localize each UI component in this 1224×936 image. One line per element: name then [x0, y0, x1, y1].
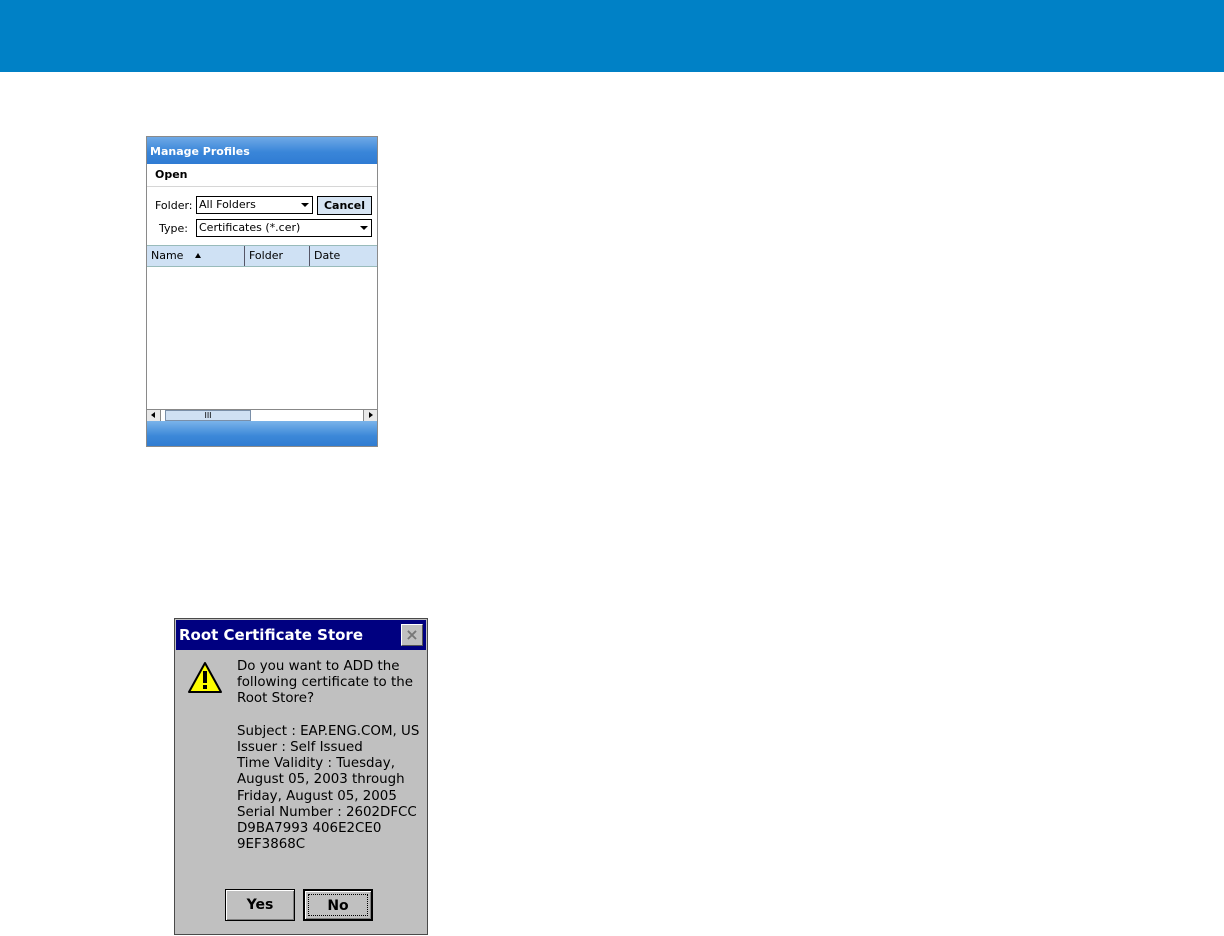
list-header: Name Folder Date [147, 245, 377, 267]
no-button[interactable]: No [303, 889, 373, 921]
folder-value: All Folders [199, 198, 256, 211]
softkey-bar [147, 421, 377, 446]
column-folder[interactable]: Folder [245, 246, 310, 266]
window-title: Manage Profiles [147, 137, 377, 164]
type-label: Type: [159, 222, 188, 235]
open-menu[interactable]: Open [147, 164, 377, 187]
scroll-left-button[interactable] [147, 410, 161, 421]
close-button[interactable]: × [401, 624, 423, 646]
scroll-right-button[interactable] [363, 410, 377, 421]
file-list[interactable] [147, 267, 377, 409]
horizontal-scrollbar[interactable]: III [147, 409, 377, 421]
type-value: Certificates (*.cer) [199, 221, 301, 234]
folder-label: Folder: [155, 199, 193, 212]
type-select[interactable]: Certificates (*.cer) [196, 219, 372, 237]
root-certificate-dialog: Root Certificate Store × Do you want to … [174, 618, 428, 935]
column-name[interactable]: Name [147, 246, 245, 266]
warning-icon [187, 661, 223, 699]
scroll-thumb[interactable]: III [165, 410, 251, 421]
scroll-left-icon [151, 412, 155, 418]
manage-profiles-window: Manage Profiles Open Folder: All Folders… [146, 136, 378, 447]
yes-button[interactable]: Yes [225, 889, 295, 921]
top-banner [0, 0, 1224, 72]
dialog-title: Root Certificate Store × [176, 620, 426, 650]
column-name-label: Name [151, 249, 184, 262]
column-date[interactable]: Date [310, 246, 377, 266]
chevron-down-icon [301, 203, 309, 207]
close-icon: × [405, 625, 419, 644]
dialog-title-text: Root Certificate Store [179, 626, 363, 644]
chevron-down-icon [360, 226, 368, 230]
sort-ascending-icon [195, 253, 201, 258]
folder-select[interactable]: All Folders [196, 196, 313, 214]
scroll-right-icon [369, 412, 373, 418]
dialog-message: Do you want to ADD the following certifi… [237, 659, 420, 853]
cancel-button[interactable]: Cancel [317, 196, 372, 215]
